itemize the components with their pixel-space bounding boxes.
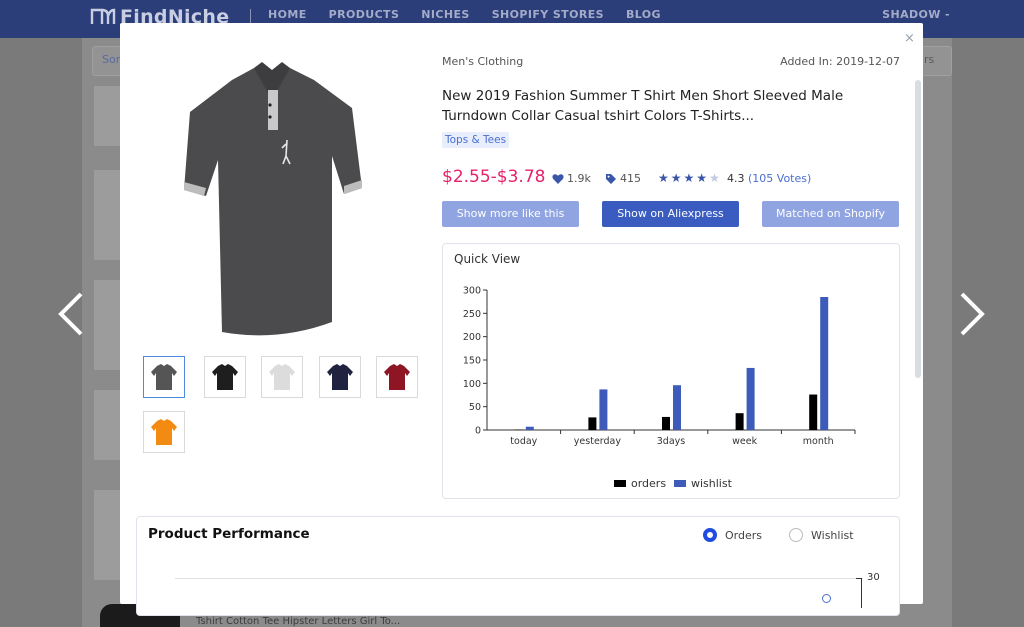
- next-arrow-icon[interactable]: [958, 290, 988, 338]
- nav-link-blog[interactable]: BLOG: [626, 8, 661, 21]
- performance-axis-label: 30: [867, 572, 880, 583]
- wishlist-bar: [525, 426, 534, 430]
- quick-view-chart: 0 50 100 150 200 250 300 today yesterday 3days wee…: [463, 286, 856, 447]
- star-icon: ★: [683, 171, 695, 185]
- rating-value: 4.3: [727, 172, 745, 185]
- background-item-image: [94, 390, 120, 460]
- orders-bar: [735, 413, 744, 430]
- legend-orders[interactable]: orders: [614, 477, 666, 490]
- orders-radio-label: Orders: [725, 528, 762, 542]
- added-date: Added In: 2019-12-07: [780, 55, 900, 68]
- star-half-icon: ★: [709, 171, 720, 185]
- nav-link-home[interactable]: HOME: [268, 8, 307, 21]
- shirt-thumbnail-icon: [384, 364, 410, 390]
- background-item-image: [94, 170, 120, 260]
- nav-link-products[interactable]: PRODUCTS: [329, 8, 400, 21]
- wishlist-bar: [673, 385, 681, 430]
- user-menu[interactable]: SHADOW -: [882, 8, 950, 21]
- votes-count[interactable]: (105 Votes): [748, 172, 811, 185]
- y-tick-label: 100: [463, 379, 481, 390]
- logo-icon: [90, 8, 116, 24]
- legend-wishlist-swatch: [674, 480, 686, 487]
- shirt-thumbnail-icon: [327, 364, 353, 390]
- thumbnail-black[interactable]: [204, 356, 246, 398]
- orders-bar: [588, 417, 597, 430]
- background-item-image: [94, 280, 120, 370]
- tags-stat: 415: [605, 172, 641, 185]
- thumbnail-navy[interactable]: [319, 356, 361, 398]
- product-performance-title: Product Performance: [148, 526, 310, 542]
- background-item-title: Tshirt Cotton Tee Hipster Letters Girl T…: [196, 616, 401, 627]
- thumbnail-orange[interactable]: [143, 411, 185, 453]
- product-category[interactable]: Men's Clothing: [442, 55, 523, 68]
- nav-divider: [250, 9, 251, 23]
- wishlist-radio[interactable]: Wishlist: [789, 528, 854, 542]
- shirt-thumbnail-icon: [212, 364, 238, 390]
- background-item-image: [94, 490, 120, 580]
- y-tick-label: 300: [463, 286, 481, 297]
- radio-selected-icon: [703, 528, 717, 542]
- star-rating: ★ ★ ★ ★ ★: [658, 171, 720, 185]
- y-tick-label: 50: [469, 402, 481, 413]
- rating-text: 4.3 (105 Votes): [727, 172, 811, 185]
- previous-arrow-icon[interactable]: [55, 290, 85, 338]
- x-tick-label: month: [803, 436, 834, 447]
- shirt-thumbnail-icon: [151, 419, 177, 445]
- thumbnail-red[interactable]: [376, 356, 418, 398]
- location-pin-icon: [822, 594, 831, 603]
- performance-axis: [861, 578, 862, 608]
- legend-wishlist-label: wishlist: [691, 477, 732, 490]
- price-tag-icon: [606, 173, 616, 184]
- performance-gridline: [175, 578, 863, 579]
- wishlist-bar: [820, 297, 829, 430]
- star-icon: ★: [670, 171, 682, 185]
- x-tick-label: 3days: [657, 436, 686, 447]
- show-more-like-this-button[interactable]: Show more like this: [442, 201, 579, 227]
- y-tick-label: 200: [463, 332, 481, 343]
- modal-scrollbar[interactable]: [915, 80, 921, 378]
- close-icon[interactable]: ×: [904, 32, 915, 45]
- legend-orders-swatch: [614, 480, 626, 487]
- background-item-image: [94, 86, 120, 146]
- x-tick-label: week: [732, 436, 757, 447]
- background-sort-right: rs: [924, 53, 935, 66]
- thumbnail-gray[interactable]: [143, 356, 185, 398]
- wishlist-bar: [599, 389, 608, 430]
- orders-bar: [514, 429, 523, 431]
- show-on-aliexpress-button[interactable]: Show on Aliexpress: [602, 201, 739, 227]
- performance-axis-tick: [856, 578, 862, 579]
- nav-link-shopify-stores[interactable]: SHOPIFY STORES: [492, 8, 604, 21]
- likes-stat: 1.9k: [552, 172, 591, 185]
- y-tick-label: 150: [463, 356, 481, 367]
- star-icon: ★: [658, 171, 669, 185]
- thumbnail-white[interactable]: [261, 356, 303, 398]
- nav-links: HOME PRODUCTS NICHES SHOPIFY STORES BLOG: [268, 8, 661, 21]
- shirt-thumbnail-icon: [151, 364, 177, 390]
- orders-bar: [662, 416, 670, 430]
- quick-view-title: Quick View: [454, 252, 521, 266]
- product-title: New 2019 Fashion Summer T Shirt Men Shor…: [442, 88, 844, 124]
- matched-on-shopify-button[interactable]: Matched on Shopify: [762, 201, 899, 227]
- legend-orders-label: orders: [631, 477, 667, 490]
- product-price: $2.55-$3.78: [442, 167, 546, 187]
- nav-link-niches[interactable]: NICHES: [421, 8, 469, 21]
- orders-radio[interactable]: Orders: [703, 528, 762, 542]
- product-main-image: [184, 62, 362, 336]
- x-tick-label: yesterday: [574, 436, 622, 447]
- y-tick-label: 250: [463, 309, 481, 320]
- x-tick-label: today: [510, 436, 537, 447]
- heart-icon: [552, 173, 564, 184]
- tags-count: 415: [620, 172, 641, 185]
- legend-wishlist[interactable]: wishlist: [674, 477, 732, 490]
- product-tag[interactable]: Tops & Tees: [442, 132, 510, 148]
- wishlist-bar: [746, 367, 755, 430]
- star-icon: ★: [696, 171, 708, 185]
- orders-bar: [809, 394, 818, 430]
- radio-unselected-icon: [789, 528, 803, 542]
- shirt-thumbnail-icon: [269, 364, 295, 390]
- likes-count: 1.9k: [567, 172, 591, 185]
- y-tick-label: 0: [475, 426, 481, 437]
- wishlist-radio-label: Wishlist: [811, 528, 854, 542]
- background-sort-label: Sor: [102, 53, 121, 66]
